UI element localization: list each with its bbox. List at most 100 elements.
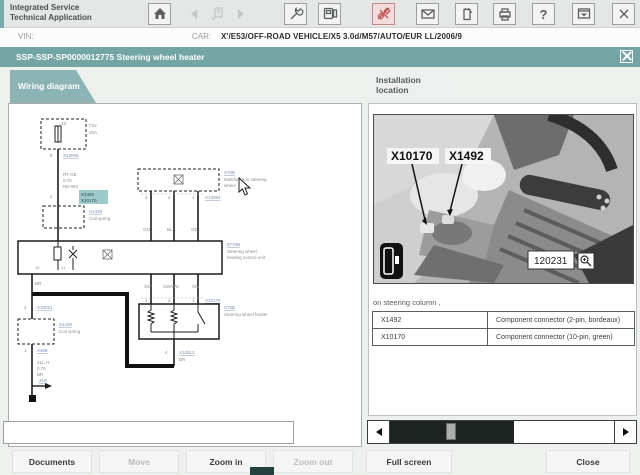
gb-pin-1: 1 [24,348,27,353]
diagnostic-plug-icon [211,7,223,21]
document-title: SSP-SSP-SP0000012775 Steering wheel heat… [16,52,205,62]
zoom-in-label: Zoom in [209,456,243,467]
tab-installation-label-line1: Installation [376,75,421,85]
photo-ref-text: 120231 [534,256,568,267]
photo-zoom-button[interactable] [577,252,595,270]
connector-table: X1492 Component connector (2-pin, bordea… [372,311,635,346]
cu-pin-41: 41 [61,265,66,270]
heater-conn-pin-3: 1 [192,298,195,303]
installation-horizontal-scrollbar[interactable] [367,420,637,444]
control-unit-box [17,240,223,275]
back-icon [190,9,197,19]
heater-conn-link[interactable]: X10170 [205,298,221,303]
table-row[interactable]: X10170 Component connector (10-pin, gree… [372,328,635,346]
workshop-button[interactable] [284,3,307,25]
coil-spring-1-label: Coil spring [89,216,111,221]
gb-conn-link[interactable]: X10021 [37,305,53,310]
full-screen-label: Full screen [386,456,432,467]
gb-out-conn-link[interactable]: X468 [37,348,48,353]
battery-button[interactable] [455,3,478,25]
wiring-diagram-svg: 15 F22 10A 8 X13056 RT-GE 0.75 RD-WS X14… [17,118,268,402]
component-icon [173,174,184,185]
home-button[interactable] [148,3,171,25]
help-button[interactable]: ? [532,3,555,25]
highlight-code-2[interactable]: X10170 [81,198,97,203]
coil-spring-1-link[interactable]: S1430 [89,209,103,214]
scrollbar-track[interactable] [390,421,614,443]
scrollbar-thumb[interactable] [446,423,456,440]
mf-wheel-label-1: Multifunction steering [224,177,267,182]
scroll-right-button[interactable] [614,421,636,443]
close-icon [619,9,628,19]
connection-lost-icon [376,7,391,20]
mail-icon [420,9,435,19]
wire-label-3: RD-WS [63,184,78,189]
control-unit-link[interactable]: 6770B [227,242,240,247]
installation-photo[interactable]: X10170 X1492 120231 [373,109,634,285]
home-icon [153,8,166,19]
messages-button[interactable] [416,3,439,25]
fuse-rating: 10A [89,130,97,135]
connector-desc: Component connector (10-pin, green) [487,328,635,346]
ground-link[interactable]: 31E [39,378,47,383]
minimize-window-button[interactable] [572,3,595,25]
car-value: X'/E53/OFF-ROAD VEHICLE/X5 3.0d/M57/AUTO… [221,32,462,41]
focus-marker [250,467,274,475]
document-close-icon[interactable] [620,50,633,63]
diagnostic-plug-button [205,3,228,25]
forward-icon [237,9,244,19]
mf-pin-3: 3 [145,195,148,200]
heater-conn-pin-1: 1 [145,298,148,303]
close-application-button[interactable] [612,3,635,25]
app-title: Integrated Service Technical Application [10,3,92,23]
photo-ref-box: 120231 [527,250,575,270]
heater-link[interactable]: S75B [224,305,235,310]
documents-label: Documents [28,456,76,467]
conn-fuse-link[interactable]: X13056 [63,153,79,158]
forward-button [229,3,252,25]
tab-installation-location[interactable]: Installation location [368,70,462,105]
ground-terminal [29,395,36,402]
table-row[interactable]: X1492 Component connector (2-pin, bordea… [372,311,635,329]
highlight-code-1[interactable]: X1492 [81,192,95,197]
mf-conn-link[interactable]: X13054 [205,195,221,200]
connector-desc: Component connector (2-pin, bordeaux) [487,311,635,329]
wiring-diagram-panel[interactable]: 15 F22 10A 8 X13056 RT-GE 0.75 RD-WS X14… [8,103,362,447]
measuring-device-button[interactable] [318,3,341,25]
coil-spring-box-1 [42,205,85,229]
mf-wheel-label-2: wheel [224,183,236,188]
wrench-icon [290,7,303,20]
mf-wheel-link[interactable]: S70B [224,170,235,175]
control-unit-label-1: Steering wheel [227,249,257,254]
close-label: Close [576,456,600,467]
connection-lost-button[interactable] [372,3,395,25]
close-button[interactable]: Close [546,450,630,473]
app-title-line1: Integrated Service [10,3,80,12]
heater-pin-4: 4 [165,350,168,355]
move-label: Move [128,456,150,467]
documents-button[interactable]: Documents [12,450,92,473]
wire-mid-3: GE [191,227,198,232]
battery-icon [462,8,472,21]
heater-out-wire: BR [179,357,186,362]
diagram-horizontal-scrollbar[interactable] [3,421,294,444]
back-button [182,3,205,25]
ground-wire-label: BR [35,281,42,286]
wire-low-2: SW/WS [163,284,179,289]
installation-location-panel: X10170 X1492 120231 on steering column ,… [368,103,637,416]
tab-wiring-diagram[interactable]: Wiring diagram [10,70,96,103]
document-title-bar: SSP-SSP-SP0000012775 Steering wheel heat… [0,47,640,67]
scroll-left-button[interactable] [368,421,390,443]
conn-fuse-pin: 8 [50,153,53,158]
connector-code: X1492 [372,311,488,329]
print-button[interactable] [493,3,516,25]
heater-out-conn-link[interactable]: X10513 [179,350,195,355]
photo-label-x10170-text: X10170 [391,149,433,163]
coil-spring-box-2 [17,318,55,345]
full-screen-button[interactable]: Full screen [366,450,452,473]
coil-spring-2-link[interactable]: S1430 [59,322,73,327]
printer-icon [498,8,511,21]
heater-label: Steering wheel heater [224,312,268,317]
car-label: CAR: [192,32,212,41]
photo-label-x1492-text: X1492 [449,149,484,163]
